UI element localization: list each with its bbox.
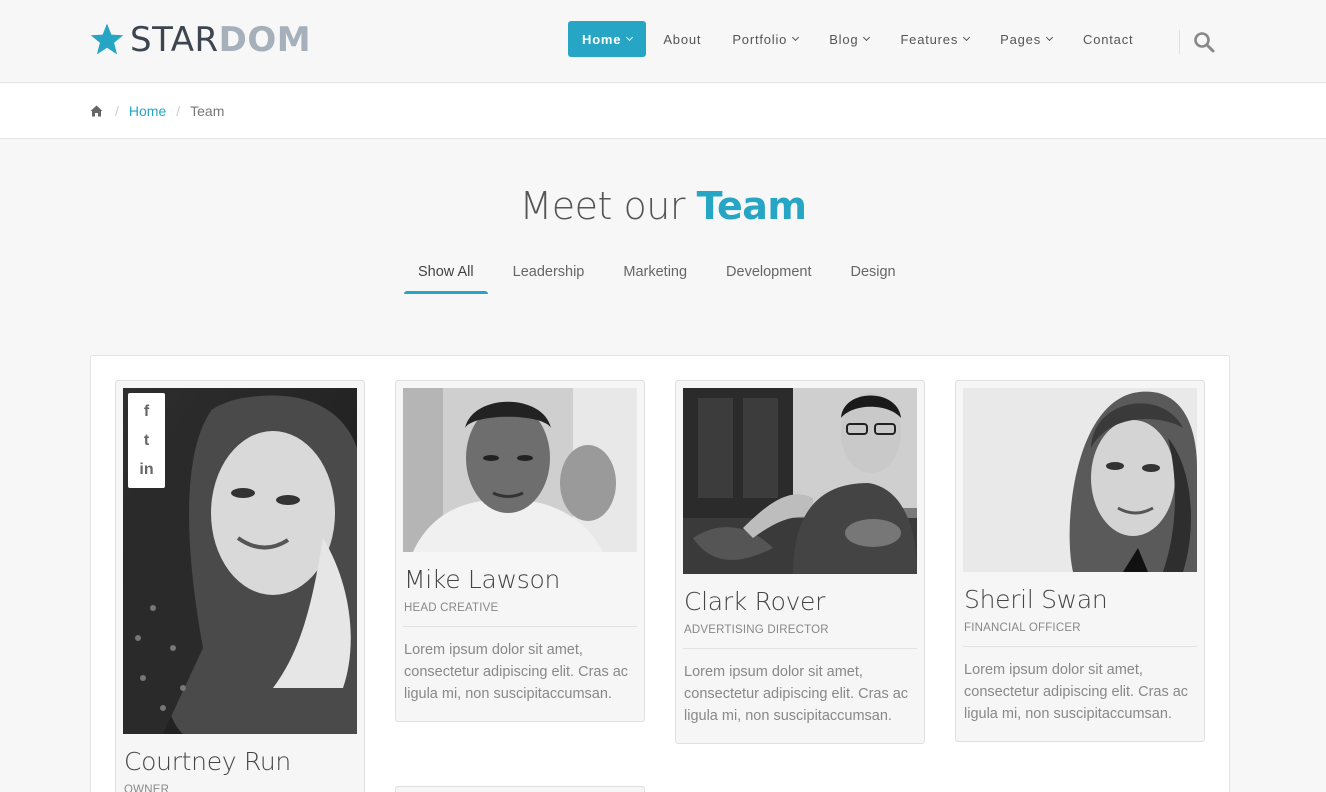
chevron-down-icon	[963, 33, 971, 41]
member-name: Courtney Run	[124, 747, 291, 776]
nav-item-label: Pages	[1000, 31, 1042, 47]
team-filter-tabs: Show All Leadership Marketing Developmen…	[404, 250, 921, 294]
site-header: STARDOM Home About Portfolio Blog Featur…	[0, 0, 1326, 83]
team-card[interactable]: Mike Lawson HEAD CREATIVE Lorem ipsum do…	[395, 380, 645, 722]
member-role: ADVERTISING DIRECTOR	[684, 624, 829, 636]
nav-item-home[interactable]: Home	[568, 21, 647, 57]
chevron-down-icon	[626, 33, 634, 41]
home-icon[interactable]	[90, 105, 103, 117]
linkedin-icon[interactable]: in	[139, 461, 153, 479]
filter-leadership[interactable]: Leadership	[499, 250, 599, 294]
chevron-down-icon	[792, 33, 800, 41]
breadcrumb-home-link[interactable]: Home	[129, 103, 166, 119]
portrait-image	[683, 388, 917, 574]
team-card[interactable]	[395, 786, 645, 792]
member-role: FINANCIAL OFFICER	[964, 622, 1081, 634]
member-photo[interactable]	[683, 388, 917, 574]
nav-item-about[interactable]: About	[649, 21, 715, 57]
nav-item-label: Home	[582, 31, 622, 47]
filter-development[interactable]: Development	[712, 250, 825, 294]
filter-show-all[interactable]: Show All	[404, 250, 488, 294]
logo-text: STARDOM	[130, 20, 311, 60]
member-name: Mike Lawson	[404, 565, 560, 594]
logo[interactable]: STARDOM	[89, 20, 311, 60]
nav-item-label: About	[663, 31, 702, 47]
breadcrumb-current: Team	[190, 103, 225, 119]
member-photo[interactable]: f t in	[123, 388, 357, 734]
search-icon[interactable]	[1192, 30, 1216, 54]
member-role: HEAD CREATIVE	[404, 602, 499, 614]
nav-item-features[interactable]: Features	[886, 21, 983, 57]
twitter-icon[interactable]: t	[144, 432, 149, 450]
member-name: Sheril Swan	[964, 585, 1108, 614]
filter-marketing[interactable]: Marketing	[609, 250, 701, 294]
portrait-image	[403, 388, 637, 552]
team-card[interactable]: Sheril Swan FINANCIAL OFFICER Lorem ipsu…	[955, 380, 1205, 742]
logo-text-star: STAR	[130, 20, 219, 60]
nav-item-blog[interactable]: Blog	[815, 21, 883, 57]
logo-text-dom: DOM	[218, 20, 312, 60]
breadcrumb-separator: /	[115, 103, 119, 119]
card-divider	[403, 626, 637, 627]
portrait-image	[963, 388, 1197, 572]
member-role: OWNER	[124, 784, 170, 792]
facebook-icon[interactable]: f	[144, 403, 149, 421]
card-divider	[963, 646, 1197, 647]
nav-item-contact[interactable]: Contact	[1069, 21, 1147, 57]
breadcrumb-separator: /	[176, 103, 181, 119]
page-title-plain: Meet our	[519, 184, 697, 228]
page-title-accent: Team	[696, 184, 807, 228]
page-title: Meet our Team	[0, 184, 1326, 228]
nav-item-pages[interactable]: Pages	[986, 21, 1066, 57]
chevron-down-icon	[1045, 33, 1054, 41]
member-photo[interactable]	[963, 388, 1197, 572]
team-card[interactable]: Clark Rover ADVERTISING DIRECTOR Lorem i…	[675, 380, 925, 744]
social-links: f t in	[128, 393, 165, 488]
member-description: Lorem ipsum dolor sit amet, consectetur …	[404, 642, 629, 702]
nav-divider	[1179, 30, 1180, 54]
filter-design[interactable]: Design	[836, 250, 909, 294]
team-card[interactable]: f t in Courtney Run OWNER	[115, 380, 365, 792]
nav-item-label: Features	[900, 31, 959, 47]
nav-item-portfolio[interactable]: Portfolio	[718, 21, 812, 57]
chevron-down-icon	[863, 33, 871, 41]
member-description: Lorem ipsum dolor sit amet, consectetur …	[964, 662, 1189, 722]
nav-item-label: Portfolio	[732, 31, 788, 47]
star-logo-icon	[90, 23, 124, 55]
breadcrumb: / Home / Team	[0, 84, 1326, 139]
member-description: Lorem ipsum dolor sit amet, consectetur …	[684, 664, 909, 724]
card-divider	[683, 648, 917, 649]
main-nav: Home About Portfolio Blog Features Pages…	[568, 21, 1150, 57]
member-name: Clark Rover	[684, 587, 826, 616]
nav-item-label: Contact	[1083, 31, 1134, 47]
member-photo[interactable]	[403, 388, 637, 552]
nav-item-label: Blog	[829, 31, 859, 47]
team-grid: f t in Courtney Run OWNER Mike Lawson HE…	[90, 355, 1230, 792]
